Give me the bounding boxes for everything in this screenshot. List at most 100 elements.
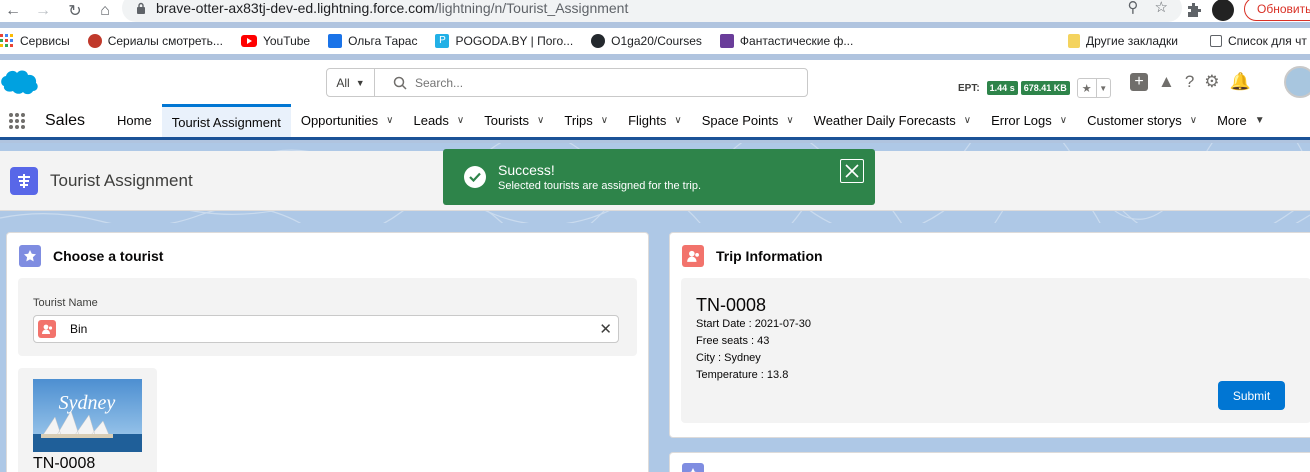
caret-down-icon: ▼	[355, 77, 365, 88]
trailhead-icon[interactable]: ▲	[1158, 72, 1175, 92]
bookmark-label: O1ga20/Courses	[611, 34, 702, 48]
chevron-down-icon[interactable]: ∨	[457, 115, 464, 126]
chevron-down-icon[interactable]: ∨	[386, 115, 393, 126]
nav-item-leads[interactable]: Leads ∨	[403, 104, 474, 137]
success-check-icon	[464, 166, 486, 188]
success-toast: Success! Selected tourists are assigned …	[443, 149, 875, 205]
clear-icon[interactable]: ✕	[599, 320, 612, 338]
bell-icon[interactable]: 🔔	[1230, 72, 1251, 92]
home-icon[interactable]: ⌂	[94, 0, 116, 22]
zoom-icon[interactable]: ⚲	[1128, 0, 1139, 16]
nav-item-tourists[interactable]: Tourists ∨	[474, 104, 554, 137]
chevron-down-icon[interactable]: ∨	[1190, 115, 1197, 126]
search-scope-label: All	[336, 75, 350, 90]
bookmark-pogoda[interactable]: P POGODA.BY | Пого...	[435, 34, 573, 48]
ept-indicator: EPT: 1.44 s 678.41 KB ★ ▼	[958, 78, 1111, 98]
reading-list[interactable]: Список для чт	[1210, 34, 1307, 48]
bookmark-label: Ольга Тарас	[348, 34, 418, 48]
close-icon[interactable]	[840, 159, 864, 183]
nav-item-flights[interactable]: Flights ∨	[618, 104, 692, 137]
bookmark-star-icon[interactable]: ☆	[1155, 0, 1168, 16]
contact-icon	[682, 245, 704, 267]
bookmark-olga[interactable]: Ольга Тарас	[328, 34, 417, 48]
profile-avatar[interactable]	[1212, 0, 1234, 21]
caret-down-icon: ▼	[1095, 79, 1110, 97]
favorites-button[interactable]: ★ ▼	[1076, 78, 1111, 98]
serials-icon	[87, 34, 102, 48]
user-avatar[interactable]	[1284, 66, 1310, 98]
salesforce-logo[interactable]	[0, 64, 50, 100]
star-icon	[682, 463, 704, 472]
bookmark-label: Сериалы смотреть...	[107, 34, 223, 48]
contact-icon	[38, 320, 56, 338]
forward-icon[interactable]: →	[32, 0, 54, 22]
nav-item-home[interactable]: Home	[107, 104, 162, 137]
address-bar[interactable]: brave-otter-ax83tj-dev-ed.lightning.forc…	[122, 0, 1182, 22]
chevron-down-icon[interactable]: ∨	[964, 115, 971, 126]
trip-information-card: Trip Information TN-0008 Start Date : 20…	[669, 232, 1310, 438]
submit-button[interactable]: Submit	[1218, 381, 1285, 410]
folder-icon	[1068, 34, 1080, 48]
other-bookmarks[interactable]: Другие закладки	[1068, 34, 1178, 48]
ept-label: EPT:	[958, 82, 980, 94]
global-search[interactable]: All ▼	[326, 68, 808, 97]
add-icon[interactable]: +	[1130, 73, 1148, 91]
reading-list-label: Список для чт	[1228, 34, 1307, 48]
bookmark-label: Фантастические ф...	[739, 34, 854, 48]
help-icon[interactable]: ?	[1185, 72, 1194, 92]
nav-item-error-logs[interactable]: Error Logs ∨	[981, 104, 1077, 137]
toast-title: Success!	[498, 162, 555, 178]
update-button[interactable]: Обновить	[1244, 0, 1310, 21]
extensions-icon[interactable]	[1186, 2, 1202, 18]
caret-down-icon: ▼	[1254, 115, 1265, 126]
search-input[interactable]	[415, 75, 795, 90]
chevron-down-icon[interactable]: ∨	[601, 115, 608, 126]
chevron-down-icon[interactable]: ∨	[537, 115, 544, 126]
back-icon[interactable]: ←	[2, 0, 24, 22]
search-icon	[393, 76, 407, 90]
chevron-down-icon[interactable]: ∨	[674, 115, 681, 126]
tourist-tile[interactable]: Sydney TN-0008	[18, 368, 157, 472]
trip-free-seats: Free seats : 43	[696, 335, 770, 347]
tourist-name-lookup[interactable]: Bin ✕	[33, 315, 619, 343]
gear-icon[interactable]: ⚙	[1204, 72, 1219, 92]
chat-icon	[328, 34, 343, 48]
nav-item-customer-storys[interactable]: Customer storys ∨	[1077, 104, 1207, 137]
card-header: Trip Information	[682, 245, 823, 267]
star-icon: ★	[1081, 82, 1092, 95]
chevron-down-icon[interactable]: ∨	[1060, 115, 1067, 126]
lock-icon	[137, 2, 145, 14]
custom-tab-icon	[10, 166, 38, 195]
chevron-down-icon[interactable]: ∨	[786, 115, 793, 126]
nav-item-trips[interactable]: Trips ∨	[554, 104, 618, 137]
app-launcher-icon[interactable]	[1, 104, 33, 137]
nav-item-label: Tourist Assignment	[171, 114, 281, 130]
browser-toolbar: ← → ↻ ⌂ brave-otter-ax83tj-dev-ed.lightn…	[0, 0, 1310, 22]
nav-item-label: Trips	[564, 113, 593, 128]
nav-item-space-points[interactable]: Space Points ∨	[692, 104, 804, 137]
reload-icon[interactable]: ↻	[64, 0, 86, 22]
bookmark-label: POGODA.BY | Пого...	[455, 34, 574, 48]
pogoda-icon: P	[435, 34, 450, 48]
nav-item-opportunities[interactable]: Opportunities ∨	[291, 104, 404, 137]
nav-item-label: Error Logs	[991, 113, 1052, 128]
search-scope-select[interactable]: All ▼	[327, 69, 375, 96]
bookmark-serials[interactable]: Сериалы смотреть...	[87, 34, 223, 48]
nav-item-label: Space Points	[701, 113, 779, 128]
bookmark-services[interactable]: Сервисы	[0, 34, 70, 48]
bookmark-github[interactable]: O1ga20/Courses	[591, 34, 702, 48]
card-title: Trip Information	[716, 248, 823, 264]
nav-item-weather-forecasts[interactable]: Weather Daily Forecasts ∨	[804, 104, 981, 137]
bookmark-fantastic[interactable]: Фантастические ф...	[719, 34, 854, 48]
bookmarks-bar: Сервисы Сериалы смотреть... YouTube Ольг…	[0, 28, 1310, 54]
url-text: brave-otter-ax83tj-dev-ed.lightning.forc…	[156, 0, 628, 16]
nav-item-label: Opportunities	[300, 113, 379, 128]
page-title: Tourist Assignment	[50, 170, 193, 190]
nav-item-tourist-assignment[interactable]: Tourist Assignment	[161, 104, 291, 137]
field-label: Tourist Name	[33, 297, 98, 309]
bookmark-youtube[interactable]: YouTube	[240, 34, 310, 48]
nav-item-label: Leads	[413, 113, 449, 128]
nav-item-more[interactable]: More ▼	[1207, 104, 1275, 137]
ept-size-badge: 678.41 KB	[1020, 81, 1070, 95]
other-bookmarks-label: Другие закладки	[1086, 34, 1178, 48]
